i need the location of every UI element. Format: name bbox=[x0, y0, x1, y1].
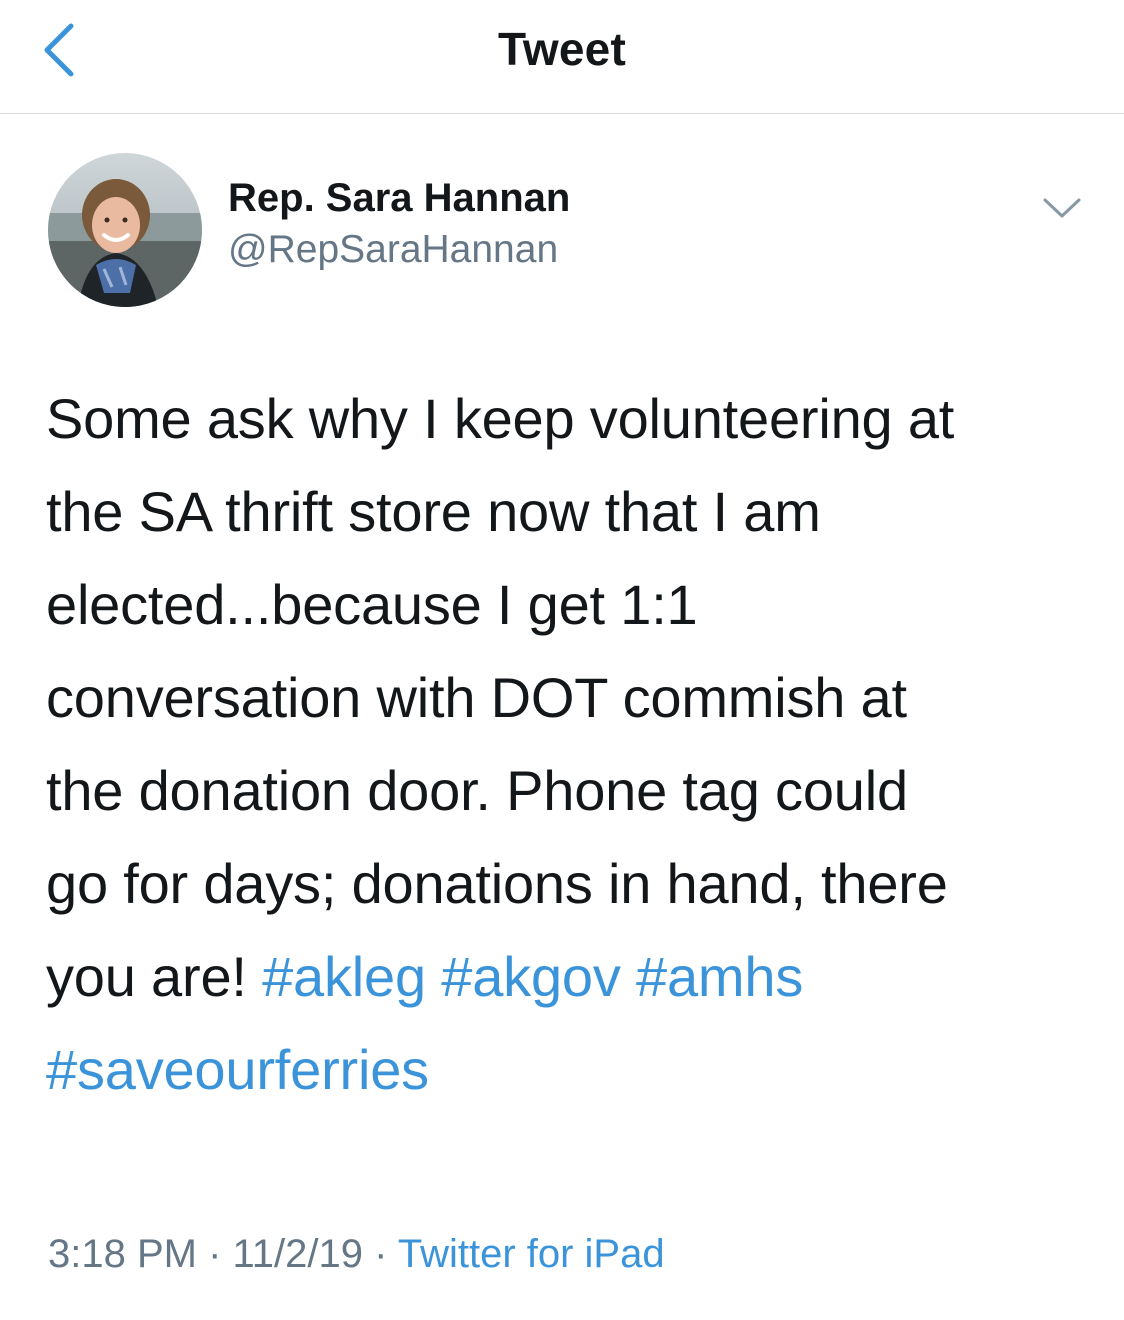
tweet-line: conversation with DOT commish at bbox=[46, 666, 907, 729]
tweet-line: Some ask why I keep volunteering at bbox=[46, 387, 955, 450]
meta-separator: · bbox=[196, 1232, 233, 1276]
tweet-line: you are! #akleg #akgov #amhs bbox=[46, 930, 1096, 1023]
tweet-line: the donation door. Phone tag could bbox=[46, 759, 908, 822]
tweet-source-link[interactable]: Twitter for iPad bbox=[398, 1232, 665, 1276]
author-name[interactable]: Rep. Sara Hannan bbox=[228, 176, 570, 221]
profile-photo bbox=[48, 153, 202, 307]
author-handle[interactable]: @RepSaraHannan bbox=[228, 228, 558, 272]
tweet-text-fragment: you are! bbox=[46, 945, 263, 1008]
tweet-meta: 3:18 PM · 11/2/19 · Twitter for iPad bbox=[48, 1232, 665, 1277]
hashtag-link-akgov[interactable]: #akgov bbox=[441, 945, 621, 1008]
page-title: Tweet bbox=[498, 23, 626, 75]
nav-bar: Tweet bbox=[0, 0, 1124, 114]
chevron-down-icon bbox=[1043, 198, 1081, 218]
tweet-line: the SA thrift store now that I am bbox=[46, 480, 821, 543]
more-options-button[interactable] bbox=[1040, 192, 1084, 224]
tweet-time: 3:18 PM bbox=[48, 1232, 197, 1276]
hashtag-link-saveourferries[interactable]: #saveourferries bbox=[46, 1038, 429, 1101]
tweet-line: #saveourferries bbox=[46, 1023, 1096, 1116]
tweet-date: 11/2/19 bbox=[232, 1232, 364, 1276]
meta-separator: · bbox=[363, 1232, 398, 1276]
tweet-text: Some ask why I keep volunteering at the … bbox=[46, 372, 1096, 1116]
avatar[interactable] bbox=[48, 153, 202, 307]
hashtag-link-akleg[interactable]: #akleg bbox=[262, 945, 426, 1008]
tweet-line: go for days; donations in hand, there bbox=[46, 852, 948, 915]
tweet-line: elected...because I get 1:1 bbox=[46, 573, 698, 636]
hashtag-link-amhs[interactable]: #amhs bbox=[636, 945, 803, 1008]
